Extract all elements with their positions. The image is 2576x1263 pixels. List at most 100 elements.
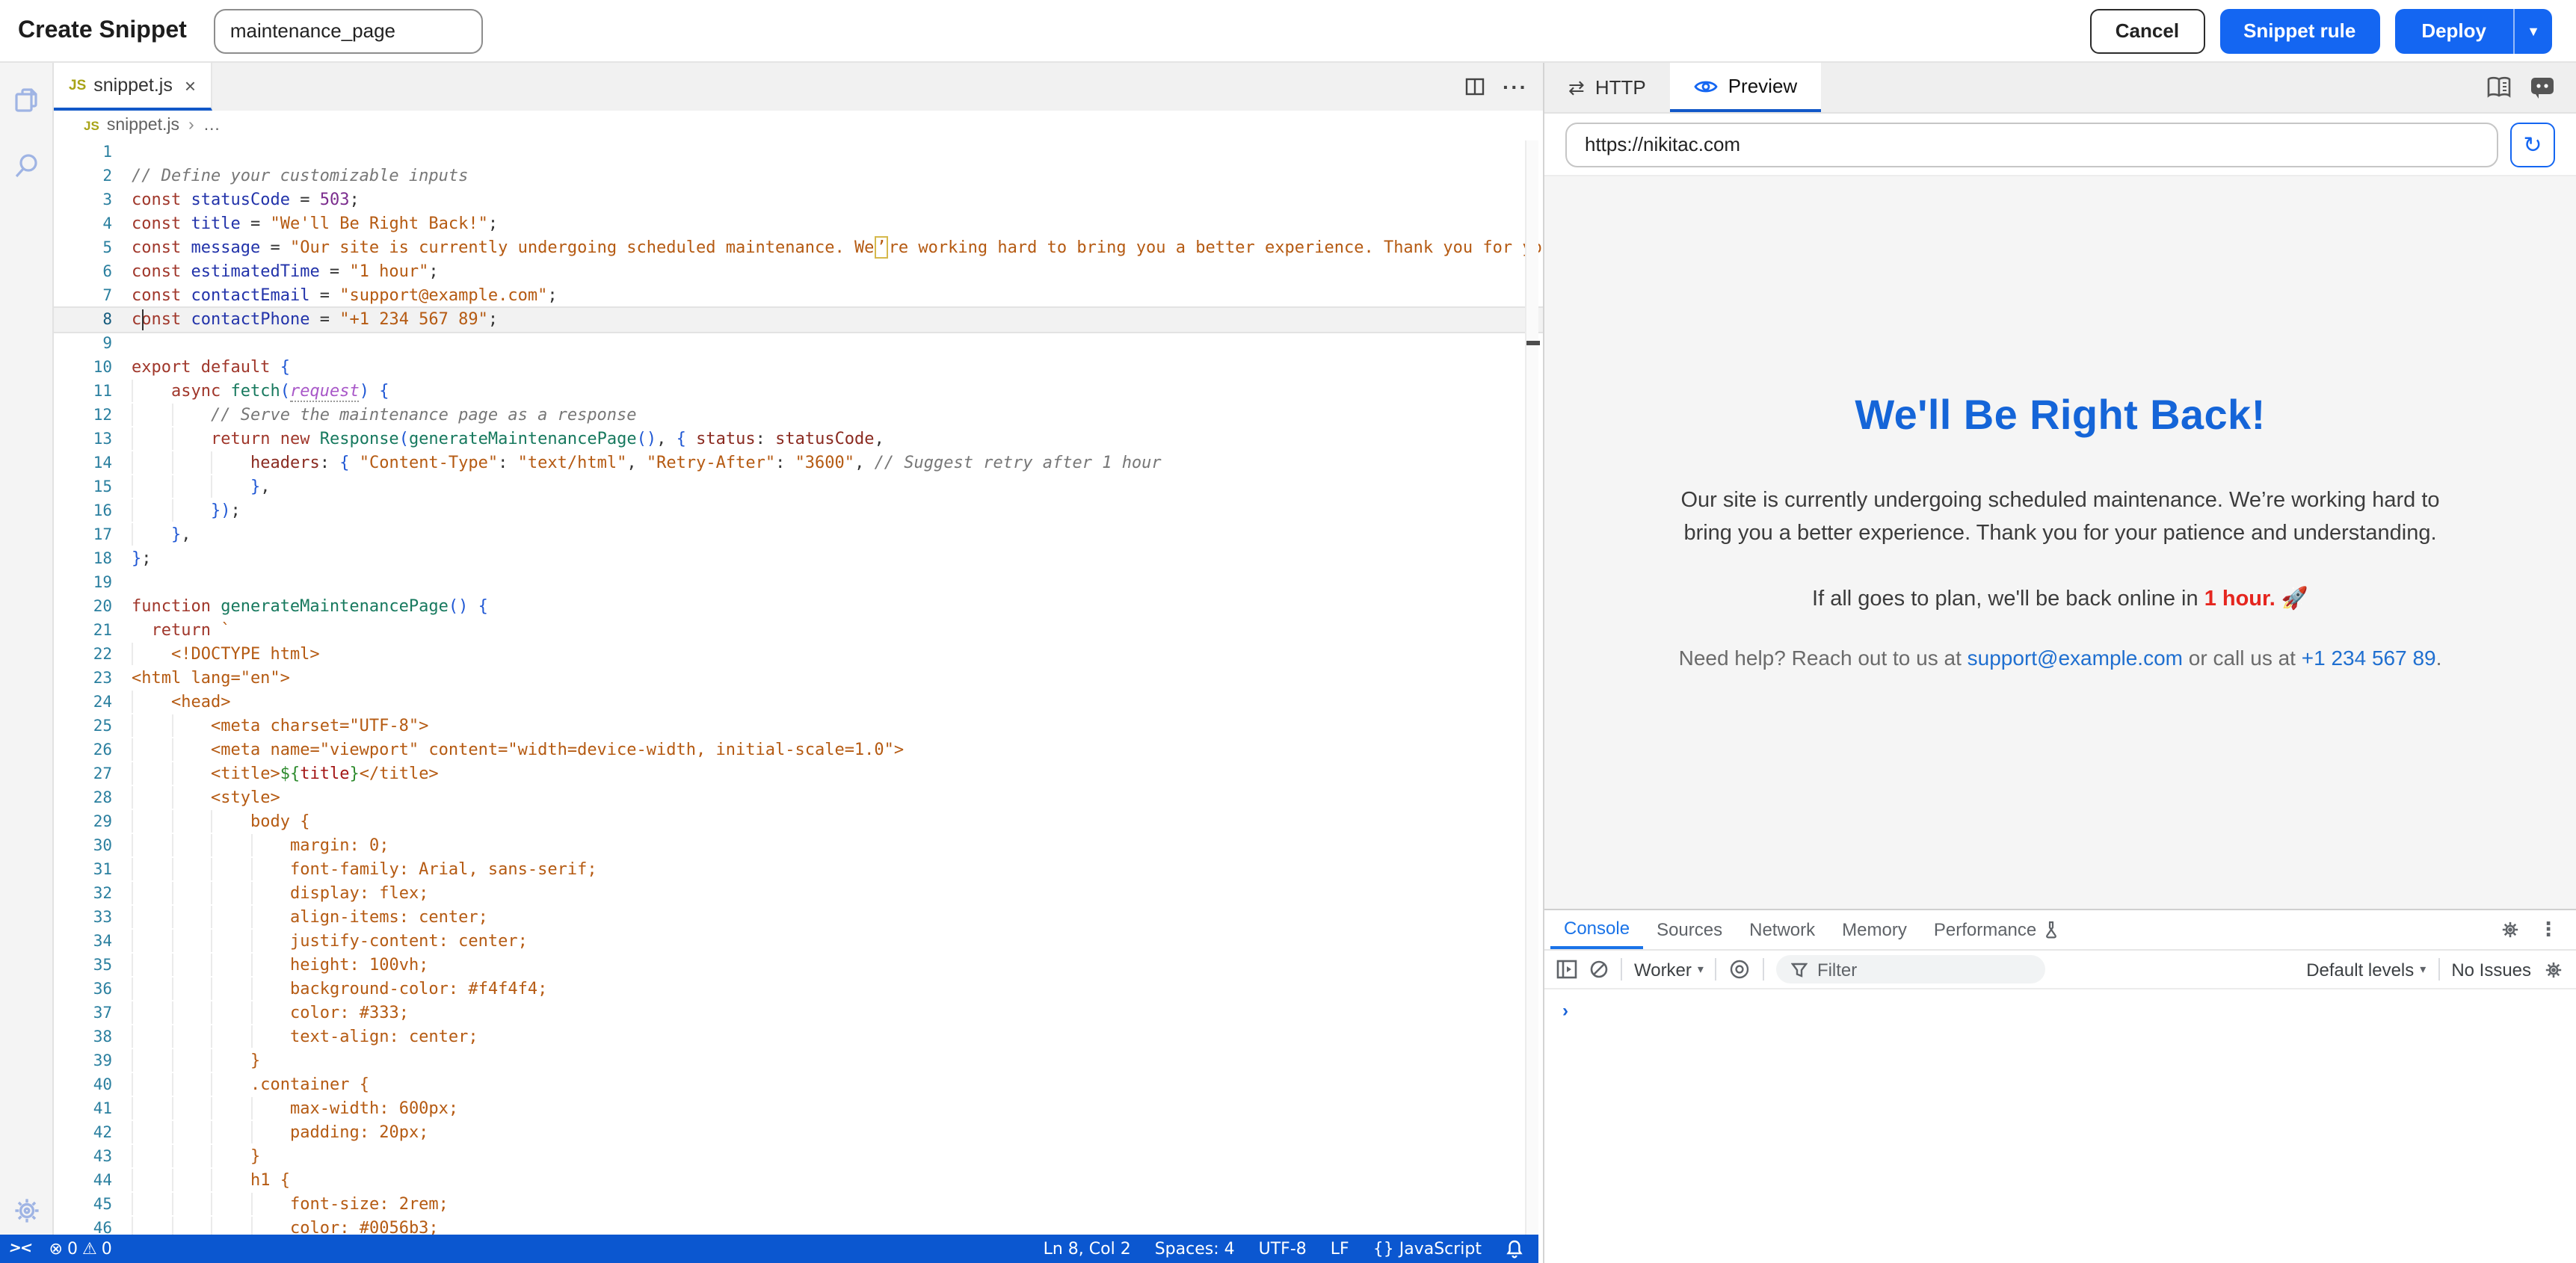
code-line[interactable]: 15 }, xyxy=(54,475,1543,499)
code-line[interactable]: 10export default { xyxy=(54,356,1543,380)
code-line[interactable]: 27 <title>${title}</title> xyxy=(54,762,1543,786)
deploy-dropdown-button[interactable]: ▼ xyxy=(2513,8,2552,53)
line-number: 14 xyxy=(54,451,132,475)
code-line[interactable]: 33 align-items: center; xyxy=(54,906,1543,930)
code-line[interactable]: 28 <style> xyxy=(54,786,1543,810)
code-line[interactable]: 6const estimatedTime = "1 hour"; xyxy=(54,260,1543,284)
code-line[interactable]: 43 } xyxy=(54,1145,1543,1169)
devtools-tab-performance[interactable]: Performance xyxy=(1920,910,2072,949)
code-line[interactable]: 45 font-size: 2rem; xyxy=(54,1193,1543,1217)
tab-http[interactable]: ⇄ HTTP xyxy=(1544,63,1670,112)
breadcrumb-more[interactable]: … xyxy=(203,117,221,135)
indentation-setting[interactable]: Spaces: 4 xyxy=(1155,1239,1235,1259)
issues-counter[interactable]: No Issues xyxy=(2451,959,2531,980)
settings-gear-icon[interactable] xyxy=(10,1194,43,1227)
code-line[interactable]: 46 color: #0056b3; xyxy=(54,1217,1543,1235)
snippet-rule-button[interactable]: Snippet rule xyxy=(2219,8,2379,53)
code-line[interactable]: 8const contactPhone = "+1 234 567 89"; xyxy=(54,308,1543,332)
code-line[interactable]: 12 // Serve the maintenance page as a re… xyxy=(54,404,1543,427)
code-line[interactable]: 37 color: #333; xyxy=(54,1001,1543,1025)
eol-setting[interactable]: LF xyxy=(1331,1239,1349,1259)
console-sidebar-toggle-icon[interactable] xyxy=(1556,960,1577,979)
code-line[interactable]: 38 text-align: center; xyxy=(54,1025,1543,1049)
code-line[interactable]: 18}; xyxy=(54,547,1543,571)
code-line[interactable]: 21 return ` xyxy=(54,619,1543,643)
console-filter-input[interactable]: Filter xyxy=(1777,955,2045,983)
code-line[interactable]: 2// Define your customizable inputs xyxy=(54,164,1543,188)
live-expression-eye-icon[interactable] xyxy=(1729,958,1751,981)
notifications-bell-icon[interactable] xyxy=(1506,1239,1523,1259)
tab-close-icon[interactable]: × xyxy=(185,74,196,96)
code-line[interactable]: 11 async fetch(request) { xyxy=(54,380,1543,404)
devtools-more-icon[interactable]: ⋮ xyxy=(2539,918,2558,941)
code-line[interactable]: 29 body { xyxy=(54,810,1543,834)
code-line[interactable]: 40 .container { xyxy=(54,1073,1543,1097)
code-line[interactable]: 16 }); xyxy=(54,499,1543,523)
search-icon[interactable] xyxy=(10,149,43,182)
console-output[interactable]: › xyxy=(1544,989,2576,1263)
discord-icon[interactable] xyxy=(2530,76,2555,99)
tab-preview[interactable]: Preview xyxy=(1670,63,1822,112)
snippet-name-input[interactable] xyxy=(214,8,483,53)
code-line[interactable]: 26 <meta name="viewport" content="width=… xyxy=(54,738,1543,762)
code-line[interactable]: 23<html lang="en"> xyxy=(54,667,1543,691)
devtools-tab-console[interactable]: Console xyxy=(1550,910,1643,949)
email-link[interactable]: support@example.com xyxy=(1968,646,2183,670)
language-mode[interactable]: {} JavaScript xyxy=(1373,1239,1482,1259)
code-line[interactable]: 14 headers: { "Content-Type": "text/html… xyxy=(54,451,1543,475)
code-line[interactable]: 30 margin: 0; xyxy=(54,834,1543,858)
refresh-button[interactable]: ↻ xyxy=(2510,122,2555,167)
editor-scrollbar[interactable] xyxy=(1525,140,1538,1235)
code-line[interactable]: 7const contactEmail = "support@example.c… xyxy=(54,284,1543,308)
code-line[interactable]: 32 display: flex; xyxy=(54,882,1543,906)
console-prompt[interactable]: › xyxy=(1562,1000,1568,1021)
context-selector[interactable]: Worker▾ xyxy=(1634,959,1704,980)
code-line[interactable]: 22 <!DOCTYPE html> xyxy=(54,643,1543,667)
code-line[interactable]: 36 background-color: #f4f4f4; xyxy=(54,978,1543,1001)
devtools-settings-icon[interactable] xyxy=(2500,919,2521,940)
line-number: 35 xyxy=(54,954,132,978)
code-line[interactable]: 31 font-family: Arial, sans-serif; xyxy=(54,858,1543,882)
tab-snippet-js[interactable]: JS snippet.js × xyxy=(54,63,212,111)
url-input[interactable] xyxy=(1565,122,2498,167)
breadcrumb[interactable]: JS snippet.js › … xyxy=(54,111,1543,140)
cursor-position[interactable]: Ln 8, Col 2 xyxy=(1044,1239,1131,1259)
files-icon[interactable] xyxy=(10,84,43,117)
code-line[interactable]: 3const statusCode = 503; xyxy=(54,188,1543,212)
devtools-tab-network[interactable]: Network xyxy=(1736,910,1828,949)
docs-book-icon[interactable] xyxy=(2486,76,2512,99)
flask-icon xyxy=(2044,921,2059,939)
code-line[interactable]: 39 } xyxy=(54,1049,1543,1073)
code-line[interactable]: 20function generateMaintenancePage() { xyxy=(54,595,1543,619)
code-line[interactable]: 17 }, xyxy=(54,523,1543,547)
problems-indicator[interactable]: ⊗ 0 ⚠ 0 xyxy=(49,1239,112,1259)
code-line[interactable]: 34 justify-content: center; xyxy=(54,930,1543,954)
log-levels-dropdown[interactable]: Default levels▾ xyxy=(2306,959,2426,980)
split-editor-icon[interactable] xyxy=(1465,78,1485,96)
cancel-button[interactable]: Cancel xyxy=(2090,8,2204,53)
devtools-tab-memory[interactable]: Memory xyxy=(1828,910,1920,949)
code-line[interactable]: 24 <head> xyxy=(54,691,1543,714)
code-line[interactable]: 13 return new Response(generateMaintenan… xyxy=(54,427,1543,451)
code-area[interactable]: 12// Define your customizable inputs3con… xyxy=(54,140,1543,1235)
code-line[interactable]: 41 max-width: 600px; xyxy=(54,1097,1543,1121)
code-line[interactable]: 35 height: 100vh; xyxy=(54,954,1543,978)
breadcrumb-file[interactable]: snippet.js xyxy=(107,117,179,135)
code-line[interactable]: 19 xyxy=(54,571,1543,595)
code-line[interactable]: 44 h1 { xyxy=(54,1169,1543,1193)
code-line[interactable]: 5const message = "Our site is currently … xyxy=(54,236,1543,260)
line-number: 6 xyxy=(54,260,132,284)
deploy-button[interactable]: Deploy xyxy=(2394,8,2513,53)
code-line[interactable]: 4const title = "We'll Be Right Back!"; xyxy=(54,212,1543,236)
encoding-setting[interactable]: UTF-8 xyxy=(1259,1239,1307,1259)
code-line[interactable]: 1 xyxy=(54,140,1543,164)
editor-more-icon[interactable]: ··· xyxy=(1503,75,1528,99)
console-settings-icon[interactable] xyxy=(2543,959,2564,980)
remote-indicator-icon[interactable]: >< xyxy=(7,1241,32,1257)
devtools-tab-sources[interactable]: Sources xyxy=(1643,910,1736,949)
code-line[interactable]: 42 padding: 20px; xyxy=(54,1121,1543,1145)
clear-console-icon[interactable] xyxy=(1589,960,1609,979)
code-line[interactable]: 25 <meta charset="UTF-8"> xyxy=(54,714,1543,738)
phone-link[interactable]: +1 234 567 89 xyxy=(2302,646,2436,670)
code-line[interactable]: 9 xyxy=(54,332,1543,356)
